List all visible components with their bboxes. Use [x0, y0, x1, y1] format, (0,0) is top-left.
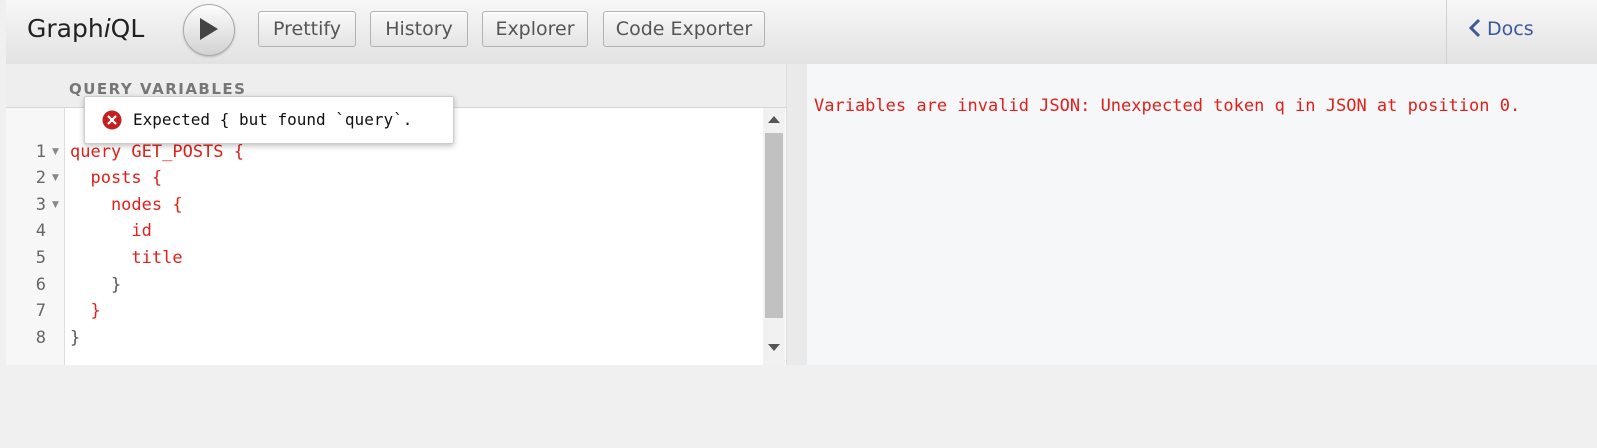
explorer-button[interactable]: Explorer	[482, 11, 588, 47]
line-number: 2	[35, 168, 46, 188]
graphiql-logo: GraphiQL	[27, 14, 145, 43]
lint-error-tooltip: Expected { but found `query`.	[84, 96, 454, 144]
graphiql-app: GraphiQL Prettify History Explorer Code …	[6, 0, 1597, 365]
line-number: 6	[35, 275, 46, 295]
code-exporter-button[interactable]: Code Exporter	[603, 11, 765, 47]
line-number-gutter: 1 ▼ 2 ▼ 3 ▼ 4 5 6 7 8	[6, 108, 65, 365]
variables-editor[interactable]: 1 ▼ 2 ▼ 3 ▼ 4 5 6 7 8 query GET_POSTS { …	[6, 108, 786, 365]
scroll-up-icon[interactable]	[768, 116, 780, 123]
chevron-left-icon	[1468, 18, 1481, 38]
history-button[interactable]: History	[370, 11, 468, 47]
code-line[interactable]: query GET_POSTS {	[70, 142, 244, 162]
line-number: 7	[35, 301, 46, 321]
scrollbar-thumb[interactable]	[765, 133, 783, 318]
line-number: 3	[35, 195, 46, 215]
tooltip-message: Expected { but found `query`.	[133, 110, 413, 129]
play-icon	[200, 18, 218, 40]
code-line[interactable]: }	[70, 301, 100, 321]
pane-divider[interactable]	[786, 64, 808, 365]
fold-arrow-icon[interactable]: ▼	[52, 147, 59, 157]
line-number: 8	[35, 328, 46, 348]
fold-arrow-icon[interactable]: ▼	[52, 173, 59, 183]
scroll-down-icon[interactable]	[768, 344, 780, 351]
code-line[interactable]: }	[70, 328, 80, 348]
fold-arrow-icon[interactable]: ▼	[52, 200, 59, 210]
line-number: 5	[35, 248, 46, 268]
docs-button[interactable]: Docs	[1468, 18, 1534, 40]
code-line[interactable]: id	[70, 221, 151, 241]
docs-label: Docs	[1487, 18, 1534, 40]
result-pane: Variables are invalid JSON: Unexpected t…	[807, 64, 1597, 365]
error-icon	[102, 110, 122, 130]
line-number: 4	[35, 221, 46, 241]
code-line[interactable]: posts {	[70, 168, 162, 188]
toolbar: GraphiQL Prettify History Explorer Code …	[6, 0, 1597, 65]
run-button[interactable]	[183, 4, 235, 56]
line-number: 1	[35, 142, 46, 162]
docs-area: Docs	[1446, 0, 1597, 64]
code-line[interactable]: nodes {	[70, 195, 183, 215]
result-error-text: Variables are invalid JSON: Unexpected t…	[814, 96, 1521, 116]
code-line[interactable]: }	[70, 275, 121, 295]
code-line[interactable]: title	[70, 248, 182, 268]
prettify-button[interactable]: Prettify	[258, 11, 356, 47]
